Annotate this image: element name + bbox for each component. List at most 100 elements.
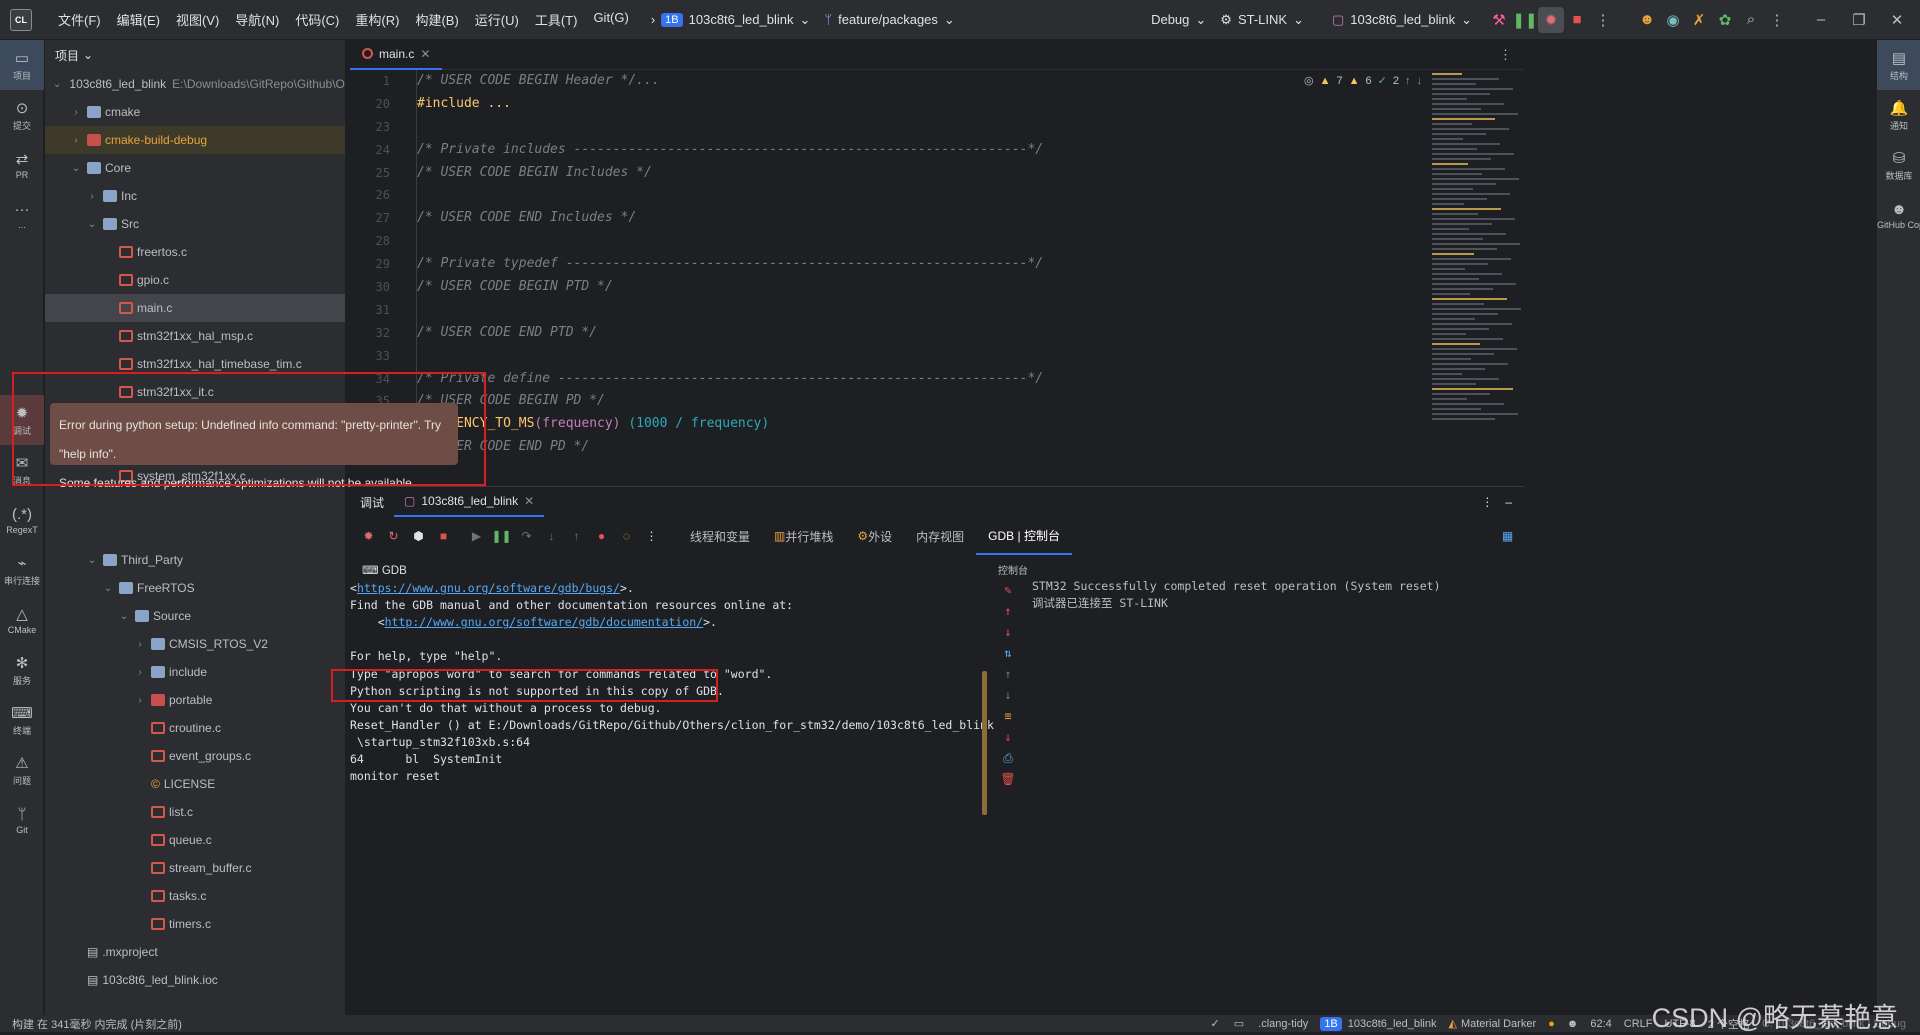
mute-breakpoints-icon[interactable]: ◌ xyxy=(616,526,637,547)
build-status[interactable]: 构建 在 341毫秒 内完成 (片刻之前) xyxy=(12,1016,182,1032)
tool-git[interactable]: ᛘ Git xyxy=(0,795,44,845)
run-config-select[interactable]: ▢ 103c8t6_led_blink ⌄ xyxy=(1332,12,1472,28)
trash-icon[interactable]: 🗑 xyxy=(998,772,1018,793)
clear-icon[interactable]: ✎ xyxy=(998,583,1018,604)
ai-icon[interactable]: ✿ xyxy=(1712,7,1738,33)
menu-item[interactable]: Git(G) xyxy=(585,10,636,29)
resume-icon[interactable]: ▶ xyxy=(466,526,487,547)
search-icon[interactable]: ⌕ xyxy=(1738,7,1764,33)
tree-row[interactable]: ⌄ Core xyxy=(45,154,345,182)
project-widget[interactable]: › 1B 103c8t6_led_blink ⌄ xyxy=(651,12,811,28)
layout-icon[interactable]: ▦ xyxy=(1497,526,1518,547)
chevron-down-icon[interactable]: ⌄ xyxy=(101,583,115,594)
tree-row[interactable]: stream_buffer.c xyxy=(45,854,345,882)
tool-commit[interactable]: ⊙ 提交 xyxy=(0,90,44,140)
wrap-icon[interactable]: ≡ xyxy=(998,709,1018,730)
tool-terminal[interactable]: ⌨ 终端 xyxy=(0,695,44,745)
tool-problems[interactable]: ⚠ 问题 xyxy=(0,745,44,795)
chevron-right-icon[interactable]: › xyxy=(69,107,83,118)
settings-icon[interactable]: ⋮ xyxy=(1764,7,1790,33)
clion-logo-icon[interactable]: CL xyxy=(10,8,32,31)
pause-icon[interactable]: ❚❚ xyxy=(1512,7,1538,33)
stop-icon[interactable]: ■ xyxy=(433,526,454,547)
tree-row[interactable]: freertos.c xyxy=(45,238,345,266)
tools-icon[interactable]: ✗ xyxy=(1686,7,1712,33)
close-icon[interactable]: ✕ xyxy=(1884,7,1910,33)
minimize-icon[interactable]: – xyxy=(1808,7,1834,33)
tool-cmake[interactable]: △ CMake xyxy=(0,595,44,645)
debug-icon[interactable]: ✹ xyxy=(1538,6,1564,33)
monitor-icon[interactable]: ▭ xyxy=(1234,1017,1244,1030)
tree-row[interactable]: stm32f1xx_hal_msp.c xyxy=(45,322,345,350)
chevron-down-icon[interactable]: ⌄ xyxy=(53,79,61,90)
branch-widget[interactable]: ᛘ feature/packages ⌄ xyxy=(824,12,954,28)
line-ending[interactable]: CRLF xyxy=(1624,1018,1653,1030)
copilot-icon[interactable]: ☻ xyxy=(1567,1018,1579,1030)
tree-row[interactable]: gpio.c xyxy=(45,266,345,294)
tree-row[interactable]: ▤ .mxproject xyxy=(45,938,345,966)
tree-row[interactable]: tasks.c xyxy=(45,882,345,910)
step-out-icon[interactable]: ↑ xyxy=(566,526,587,547)
tree-row[interactable]: © LICENSE xyxy=(45,770,345,798)
menu-item[interactable]: 工具(T) xyxy=(527,10,586,29)
rerun-icon[interactable]: ↻ xyxy=(383,526,404,547)
chevron-right-icon[interactable]: › xyxy=(133,695,147,706)
arrow-down-icon[interactable]: ↓ xyxy=(998,688,1018,709)
minimap[interactable] xyxy=(1428,70,1524,462)
tool-database[interactable]: ⛁ 数据库 xyxy=(1877,140,1920,190)
tool-regex[interactable]: (.*) RegexT xyxy=(0,495,44,545)
chevron-right-icon[interactable]: › xyxy=(69,135,83,146)
tool-pull-request[interactable]: ⇄ PR xyxy=(0,140,44,190)
restore-icon[interactable]: ❐ xyxy=(1846,7,1872,33)
project-panel-header[interactable]: 项目 ⌄ xyxy=(45,40,345,70)
tool-structure[interactable]: ▤ 结构 xyxy=(1877,40,1920,90)
cursor-position[interactable]: 62:4 xyxy=(1590,1018,1611,1030)
chevron-right-icon[interactable]: › xyxy=(85,191,99,202)
tool-more[interactable]: ···... xyxy=(0,190,44,240)
print-icon[interactable]: ⎙ xyxy=(998,751,1018,772)
tree-row[interactable]: ▤ 103c8t6_led_blink.ioc xyxy=(45,966,345,994)
tree-row[interactable]: › CMSIS_RTOS_V2 xyxy=(45,630,345,658)
tool-services[interactable]: ✻ 服务 xyxy=(0,645,44,695)
debug-icon[interactable]: ✹ xyxy=(358,526,379,547)
more-vertical-icon[interactable]: ⋮ xyxy=(1469,495,1505,509)
view-tab[interactable]: ⚙ 外设 xyxy=(845,517,904,555)
view-tab[interactable]: 内存视图 xyxy=(904,517,976,555)
status-project[interactable]: 103c8t6_led_blink xyxy=(1348,1018,1437,1030)
check-circle-icon[interactable]: ✓ xyxy=(1211,1017,1220,1030)
more-vertical-icon[interactable]: ⋮ xyxy=(1499,47,1524,63)
menu-item[interactable]: 文件(F) xyxy=(50,10,109,29)
menu-item[interactable]: 视图(V) xyxy=(168,10,227,29)
clang-tidy-status[interactable]: .clang-tidy xyxy=(1258,1018,1308,1030)
tree-row[interactable]: timers.c xyxy=(45,910,345,938)
tree-row[interactable]: ⌄ Src xyxy=(45,210,345,238)
tree-row[interactable]: ⌄ Source xyxy=(45,602,345,630)
gdb-output[interactable]: ⌨ GDB <https://www.gnu.org/software/gdb/… xyxy=(350,563,994,1015)
menu-item[interactable]: 编辑(E) xyxy=(109,10,168,29)
tree-row[interactable] xyxy=(45,518,345,546)
tool-bell[interactable]: 🔔 通知 xyxy=(1877,90,1920,140)
record-icon[interactable]: ◉ xyxy=(1660,7,1686,33)
minimize-icon[interactable]: – xyxy=(1505,495,1524,509)
arrow-down-icon[interactable]: ↓ xyxy=(998,625,1018,646)
tree-row[interactable]: list.c xyxy=(45,798,345,826)
scroll-end-icon[interactable]: ⇓ xyxy=(998,730,1018,751)
tree-row[interactable]: croutine.c xyxy=(45,714,345,742)
stop-icon[interactable]: ■ xyxy=(1564,7,1590,33)
view-tab[interactable]: GDB | 控制台 xyxy=(976,517,1072,555)
view-tab[interactable]: 线程和变量 xyxy=(678,517,762,555)
gdb-link[interactable]: https://www.gnu.org/software/gdb/bugs/ xyxy=(357,581,620,595)
menu-item[interactable]: 代码(C) xyxy=(287,10,347,29)
tree-row[interactable]: › cmake xyxy=(45,98,345,126)
status-dot-icon[interactable]: ● xyxy=(1548,1018,1555,1030)
sort-icon[interactable]: ⇅ xyxy=(998,646,1018,667)
code-area[interactable]: /* USER CODE BEGIN Header */... #include … xyxy=(416,70,1374,462)
tree-row[interactable]: queue.c xyxy=(45,826,345,854)
theme-status[interactable]: Material Darker xyxy=(1461,1018,1536,1030)
more-vertical-icon[interactable]: ⋮ xyxy=(1590,7,1616,33)
tree-row[interactable]: ⌄ Third_Party xyxy=(45,546,345,574)
chevron-down-icon[interactable]: ⌄ xyxy=(69,163,83,174)
breakpoints-icon[interactable]: ● xyxy=(591,526,612,547)
hammer-icon[interactable]: ⚒ xyxy=(1486,7,1512,33)
build-config-select[interactable]: Debug ⌄ xyxy=(1151,12,1206,28)
